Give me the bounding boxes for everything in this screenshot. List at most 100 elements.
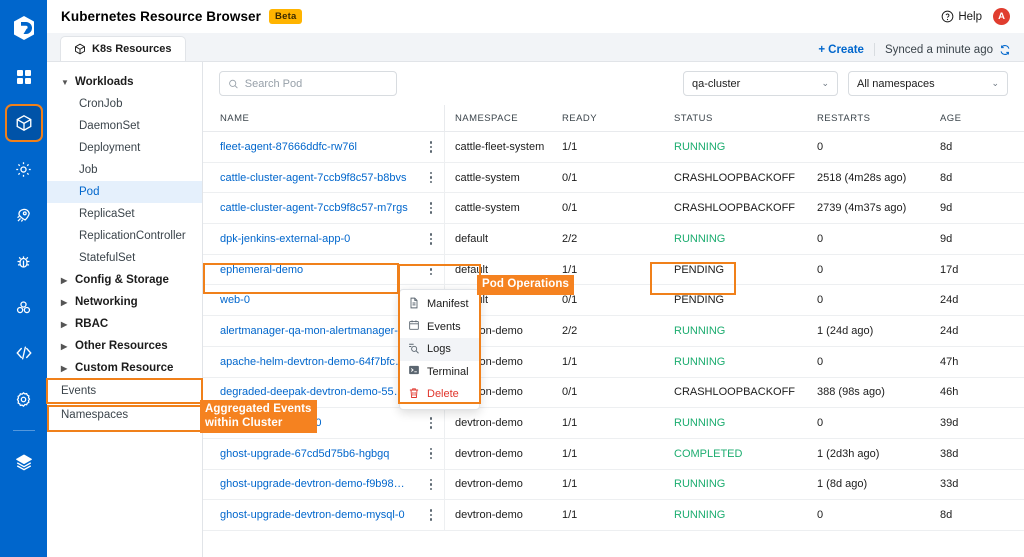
row-actions-button[interactable] [418, 202, 444, 214]
kebab-menu-icon[interactable] [429, 202, 433, 214]
calendar-icon [408, 319, 420, 334]
gear-cog-icon[interactable] [7, 152, 41, 186]
pod-name-link[interactable]: dpk-jenkins-external-app-0 [220, 233, 410, 245]
pod-name-link[interactable]: ephemeral-demo [220, 264, 410, 276]
kebab-menu-icon[interactable] [429, 509, 433, 521]
context-menu-item-manifest[interactable]: Manifest [400, 293, 479, 316]
code-brackets-icon[interactable] [7, 336, 41, 370]
kebab-menu-icon[interactable] [429, 417, 433, 429]
row-actions-button[interactable] [418, 447, 444, 460]
context-menu-item-terminal[interactable]: Terminal [400, 361, 479, 384]
cube-icon[interactable] [4, 104, 43, 142]
nav-item-pod[interactable]: Pod [47, 181, 202, 203]
cell-restarts: 1 (2d3h ago) [817, 447, 880, 460]
row-actions-button[interactable] [418, 141, 444, 153]
row-actions-button[interactable] [418, 478, 444, 491]
table-row[interactable]: ghost-upgrade-devtron-demo-f9b98b5... dev… [203, 469, 1024, 501]
table-row[interactable]: degraded-deepak-devtron-demo-55cdf... dev… [203, 377, 1024, 409]
table-row[interactable]: web-0default0/1PENDING024d [203, 285, 1024, 317]
chart-bubbles-icon[interactable] [7, 290, 41, 324]
nav-group-networking[interactable]: ▶ Networking [47, 291, 202, 313]
help-button[interactable]: Help [941, 10, 982, 23]
nav-group-workloads[interactable]: ▼ Workloads [47, 71, 202, 93]
namespace-select[interactable]: All namespaces ⌄ [848, 71, 1008, 96]
stack-layers-icon[interactable] [7, 445, 41, 479]
nav-item-replicaset[interactable]: ReplicaSet [47, 203, 202, 225]
table-row[interactable]: dpk-jenkins-external-app-0 default 2/2 RUNN… [203, 224, 1024, 255]
bug-icon[interactable] [7, 244, 41, 278]
nav-item-namespaces[interactable]: Namespaces [47, 403, 202, 427]
chevron-down-icon: ⌄ [821, 78, 829, 88]
pod-name-link[interactable]: alertmanager-qa-mon-alertmanager-0 [220, 325, 410, 337]
nav-item-replicationcontroller[interactable]: ReplicationController [47, 225, 202, 247]
row-actions-button[interactable] [418, 233, 444, 245]
devtron-logo-icon[interactable] [7, 8, 41, 48]
row-actions-button[interactable] [418, 417, 444, 429]
pod-name-link[interactable]: cattle-cluster-agent-7ccb9f8c57-m7rgs [220, 202, 410, 214]
table-row[interactable]: fleet-agent-87666ddfc-rw76l cattle-fleet-… [203, 132, 1024, 163]
pod-name-link[interactable]: ghost-upgrade-67cd5d75b6-hgbgq [220, 448, 410, 460]
app-header: Kubernetes Resource Browser Beta Help A [47, 0, 1024, 33]
nav-item-job[interactable]: Job [47, 159, 202, 181]
cell-restarts: 2739 (4m37s ago) [817, 202, 907, 215]
table-row[interactable]: cattle-cluster-agent-7ccb9f8c57-m7rgs cat… [203, 193, 1024, 225]
cell-age: 38d [940, 447, 959, 460]
row-actions-button[interactable] [418, 171, 444, 184]
rocket-icon[interactable] [7, 198, 41, 232]
cell-ready: 1/1 [562, 140, 578, 153]
column-header-restarts[interactable]: RESTARTS [817, 113, 940, 124]
pod-name-link[interactable]: web-0 [220, 294, 410, 306]
pod-context-menu[interactable]: Manifest Events Logs Terminal Delete [399, 289, 480, 410]
column-header-namespace[interactable]: NAMESPACE [444, 105, 562, 131]
table-row[interactable]: apache-helm-devtron-demo-64f7bfccd... dev… [203, 346, 1024, 378]
pod-name-link[interactable]: fleet-agent-87666ddfc-rw76l [220, 141, 410, 153]
table-row[interactable]: ephemeral-demo default 1/1 PENDING 0 17d [203, 254, 1024, 286]
kebab-menu-icon[interactable] [429, 478, 433, 491]
pod-name-link[interactable]: degraded-deepak-devtron-demo-55cdf... [220, 386, 410, 398]
kebab-menu-icon[interactable] [429, 447, 433, 460]
cell-age: 9d [940, 202, 953, 215]
nav-item-statefulset[interactable]: StatefulSet [47, 247, 202, 269]
row-actions-button[interactable] [418, 263, 444, 276]
kebab-menu-icon[interactable] [429, 141, 433, 153]
search-input[interactable] [244, 77, 388, 90]
kebab-menu-icon[interactable] [429, 233, 433, 245]
nav-group-other-resources[interactable]: ▶ Other Resources [47, 335, 202, 357]
nav-group-rbac[interactable]: ▶ RBAC [47, 313, 202, 335]
document-icon [408, 297, 420, 312]
nav-group-config-storage[interactable]: ▶ Config & Storage [47, 269, 202, 291]
apps-grid-icon[interactable] [7, 60, 41, 94]
table-row[interactable]: alertmanager-qa-mon-alertmanager-0 devtro… [203, 316, 1024, 347]
context-menu-item-logs[interactable]: Logs [400, 338, 479, 361]
pod-name-link[interactable]: apache-helm-devtron-demo-64f7bfccd... [220, 356, 410, 368]
create-button[interactable]: + Create [818, 44, 864, 56]
avatar[interactable]: A [993, 8, 1010, 25]
settings-gear-icon[interactable] [7, 382, 41, 416]
pod-name-link[interactable]: cattle-cluster-agent-7ccb9f8c57-b8bvs [220, 172, 410, 184]
pod-name-link[interactable]: ghost-upgrade-devtron-demo-f9b98b5... [220, 478, 410, 490]
header-actions: Help A [941, 8, 1010, 25]
pod-name-link[interactable]: ghost-upgrade-devtron-demo-mysql-0 [220, 509, 410, 521]
cluster-select[interactable]: qa-cluster ⌄ [683, 71, 838, 96]
context-menu-item-delete[interactable]: Delete [400, 383, 479, 406]
table-row[interactable]: ghost-mariadb-poc-0devtron-demo1/1RUNNIN… [203, 408, 1024, 439]
tab-k8s-resources[interactable]: K8s Resources [60, 36, 186, 61]
refresh-icon[interactable] [999, 44, 1011, 56]
search-box[interactable] [219, 71, 397, 96]
column-header-ready[interactable]: READY [562, 113, 674, 124]
column-header-age[interactable]: AGE [940, 113, 1020, 124]
kebab-menu-icon[interactable] [429, 171, 433, 184]
table-row[interactable]: cattle-cluster-agent-7ccb9f8c57-b8bvs cat… [203, 162, 1024, 194]
table-row[interactable]: ghost-upgrade-devtron-demo-mysql-0 devtro… [203, 500, 1024, 531]
nav-group-custom-resource[interactable]: ▶ Custom Resource [47, 357, 202, 379]
context-menu-item-events[interactable]: Events [400, 316, 479, 339]
kebab-menu-icon[interactable] [429, 263, 433, 276]
nav-item-deployment[interactable]: Deployment [47, 137, 202, 159]
table-row[interactable]: ghost-upgrade-67cd5d75b6-hgbgq devtron-de… [203, 438, 1024, 470]
nav-item-daemonset[interactable]: DaemonSet [47, 115, 202, 137]
nav-item-cronjob[interactable]: CronJob [47, 93, 202, 115]
row-actions-button[interactable] [418, 509, 444, 521]
column-header-status[interactable]: STATUS [674, 113, 817, 124]
column-header-name[interactable]: NAME [203, 113, 418, 124]
nav-item-events[interactable]: Events [46, 378, 203, 404]
